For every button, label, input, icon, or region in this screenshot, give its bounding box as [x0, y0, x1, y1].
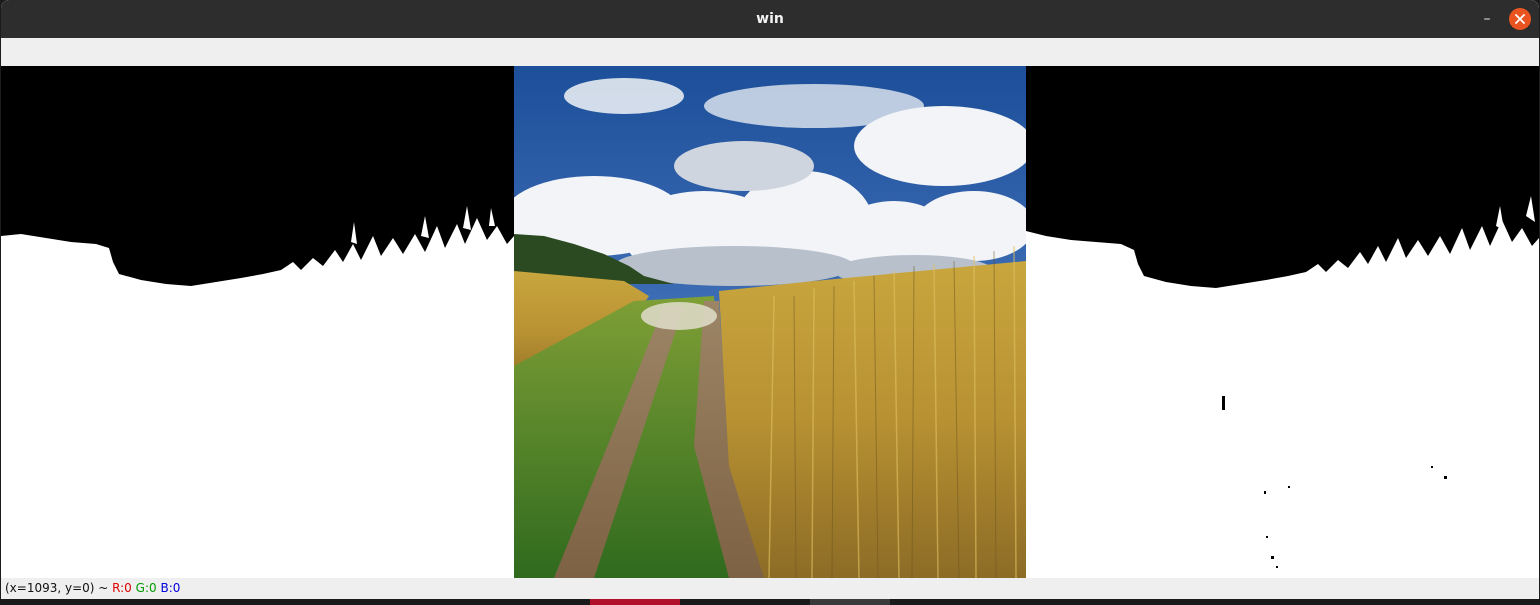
close-icon: [1515, 14, 1525, 24]
minimize-icon: –: [1483, 11, 1491, 27]
landscape-photo: [514, 66, 1026, 578]
left-mask-image: [1, 66, 514, 578]
blue-value: B:0: [160, 581, 181, 595]
window-title: win: [756, 11, 784, 27]
toolbar: [1, 38, 1539, 67]
status-bar: (x=1093, y=0) ~ R:0 G:0 B:0: [1, 578, 1539, 599]
red-value: R:0: [112, 581, 132, 595]
right-mask-image: [1026, 66, 1539, 578]
minimize-button[interactable]: –: [1476, 8, 1498, 30]
desktop-background: [0, 599, 1540, 605]
app-window: win – (x=1093, y=0) ~ R:0 G:0 B:0: [1, 0, 1539, 599]
image-canvas[interactable]: [1, 66, 1539, 578]
desktop-window-edge: [590, 599, 680, 605]
green-value: G:0: [135, 581, 157, 595]
close-button[interactable]: [1509, 8, 1531, 30]
cursor-coords: (x=1093, y=0) ~: [5, 581, 113, 595]
desktop-window-edge: [810, 599, 890, 605]
titlebar[interactable]: win –: [1, 0, 1539, 38]
